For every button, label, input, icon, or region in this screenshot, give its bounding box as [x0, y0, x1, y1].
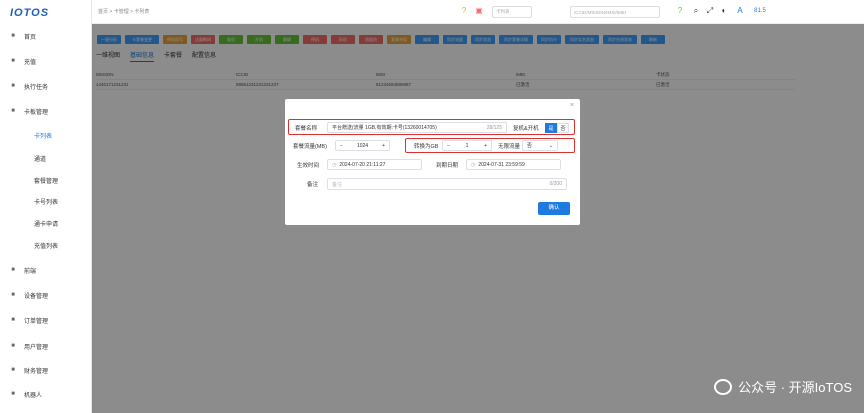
device-icon: ■: [11, 292, 15, 298]
convert-input[interactable]: − 1 +: [442, 140, 492, 151]
sidebar-item[interactable]: 通道: [0, 150, 92, 166]
sidebar-item[interactable]: ■ 首页: [0, 28, 92, 44]
sidebar-item-label: 订单管理: [24, 318, 49, 325]
user-icon: ■: [11, 343, 15, 349]
clock-icon: ◷: [332, 161, 337, 168]
search-icon[interactable]: ⌕: [690, 5, 702, 17]
sidebar-item-label: 卡板管理: [24, 109, 49, 116]
char-count: 28/125: [486, 124, 502, 131]
toggle-yes[interactable]: 是: [545, 122, 557, 133]
topbar: 首页 > 卡管理 > 卡列表 ? ▣ 卡列表 ICCID/MSISDN/IMSI…: [92, 0, 864, 24]
sidebar-item[interactable]: 通卡申请: [0, 215, 92, 231]
package-name-input[interactable]: 平台赠送(流量 1GB,有效期:卡号(13260014705) 28/125: [327, 122, 507, 133]
end-date-value: 2024-07-31 23:59:59: [478, 161, 525, 168]
card-icon: ■: [11, 108, 15, 114]
task-icon: ■: [11, 83, 15, 89]
sidebar-item-label: 财务管理: [24, 368, 49, 375]
iccid-input[interactable]: ICCID/MSISDN/IMSI/IMEI: [570, 6, 660, 18]
convert-label: 转换为GB: [414, 143, 439, 150]
unlimited-value: 否: [527, 143, 533, 149]
sidebar-item[interactable]: ■ 卡板管理: [0, 103, 92, 119]
chevron-down-icon: ⌄: [548, 142, 553, 149]
sidebar-item[interactable]: 卡号列表: [0, 193, 92, 209]
sidebar-item[interactable]: 套餐管理: [0, 172, 92, 188]
sidebar-item[interactable]: ■ 机器人: [0, 386, 92, 402]
robot-icon: ■: [11, 391, 15, 397]
start-date-input[interactable]: ◷ 2024-07-20 21:11:27: [327, 159, 422, 170]
clock-icon: ◷: [471, 161, 476, 168]
start-label: 生效时间: [297, 162, 320, 169]
stepper-minus-icon[interactable]: −: [340, 143, 343, 149]
finance-icon: ■: [11, 367, 15, 373]
remark-label: 备注: [307, 182, 319, 188]
sidebar-item[interactable]: ■ 充值: [0, 53, 92, 69]
package-name-value: 平台赠送(流量 1GB,有效期:卡号(13260014705): [332, 125, 437, 131]
sidebar-item-label: 设备管理: [24, 293, 49, 300]
breadcrumb: 首页 > 卡管理 > 卡列表: [98, 9, 150, 15]
sidebar-item-label: 用户管理: [24, 344, 49, 351]
yes-no-toggle[interactable]: 是 否: [545, 122, 569, 133]
remark-textarea[interactable]: 备注 0/200: [327, 178, 567, 190]
sidebar-item-label: 充值列表: [34, 243, 59, 250]
sidebar-item[interactable]: ■ 用户管理: [0, 338, 92, 354]
sidebar-item-label: 通道: [34, 156, 47, 163]
sidebar-item[interactable]: ■ 设备管理: [0, 287, 92, 303]
total-input[interactable]: − 1024 +: [335, 140, 390, 151]
remark-count: 0/200: [549, 181, 562, 187]
unlimited-select[interactable]: 否 ⌄: [522, 140, 558, 151]
help-circle-icon[interactable]: ?: [674, 5, 686, 17]
confirm-button[interactable]: 确认: [538, 202, 570, 215]
stepper-plus-icon[interactable]: +: [382, 143, 385, 149]
wechat-icon: [714, 378, 733, 395]
sidebar-item-label: 首页: [24, 34, 37, 41]
toggle-label: 复机&开机: [513, 125, 539, 132]
logo: IOTOS: [10, 7, 50, 19]
end-label: 到期日期: [436, 162, 459, 169]
translate-icon[interactable]: A: [734, 5, 746, 17]
sidebar-item-label: 卡列表: [34, 133, 53, 140]
unlimited-label: 无限流量: [498, 143, 521, 150]
sidebar-item[interactable]: ■ 订单管理: [0, 312, 92, 328]
sidebar-item[interactable]: ■ 财务管理: [0, 362, 92, 378]
recharge-icon: ■: [11, 58, 15, 64]
stepper-minus-icon[interactable]: −: [447, 143, 450, 149]
total-value: 1024: [356, 142, 369, 149]
sidebar: IOTOS ■ 首页 ■ 充值 ■ 执行任务 ■ 卡板管理 卡列表 通道 套餐管理 卡号列表 通卡申请充…: [0, 0, 92, 413]
total-label: 套餐流量(MB): [293, 143, 327, 150]
close-icon[interactable]: ×: [570, 102, 574, 109]
print-icon[interactable]: ▣: [473, 5, 485, 17]
help-icon[interactable]: ?: [458, 5, 470, 17]
theme-icon[interactable]: ◐: [718, 5, 730, 17]
link-icon: ■: [11, 267, 15, 273]
order-icon: ■: [11, 317, 15, 323]
sidebar-item[interactable]: 卡列表: [0, 127, 92, 143]
sidebar-item-label: 套餐管理: [34, 178, 59, 185]
sidebar-item-label: 卡号列表: [34, 199, 59, 206]
score-badge: 81.5: [754, 8, 766, 14]
name-label: 套餐名称: [295, 125, 318, 132]
sidebar-item-label: 执行任务: [24, 84, 49, 91]
start-date-value: 2024-07-20 21:11:27: [339, 161, 386, 168]
watermark-text: 公众号 · 开源IoTOS: [738, 380, 852, 395]
watermark: 公众号 · 开源IoTOS: [714, 377, 852, 396]
toggle-no[interactable]: 否: [557, 122, 569, 133]
end-date-input[interactable]: ◷ 2024-07-31 23:59:59: [466, 159, 561, 170]
stepper-plus-icon[interactable]: +: [484, 143, 487, 149]
fullscreen-icon[interactable]: ⤢: [704, 5, 716, 17]
sidebar-item[interactable]: ■ 执行任务: [0, 78, 92, 94]
sidebar-item[interactable]: 充值列表: [0, 237, 92, 253]
sidebar-item[interactable]: ■ 前端: [0, 262, 92, 278]
remark-placeholder: 备注: [332, 181, 343, 188]
search-input[interactable]: 卡列表: [492, 6, 532, 18]
home-icon: ■: [11, 33, 15, 39]
sidebar-item-label: 充值: [24, 59, 37, 66]
package-dialog: × 套餐名称 平台赠送(流量 1GB,有效期:卡号(13260014705) 2…: [285, 99, 580, 225]
convert-value: 1: [465, 142, 469, 149]
sidebar-item-label: 前端: [24, 268, 37, 275]
sidebar-item-label: 通卡申请: [34, 221, 59, 228]
sidebar-item-label: 机器人: [24, 392, 43, 399]
